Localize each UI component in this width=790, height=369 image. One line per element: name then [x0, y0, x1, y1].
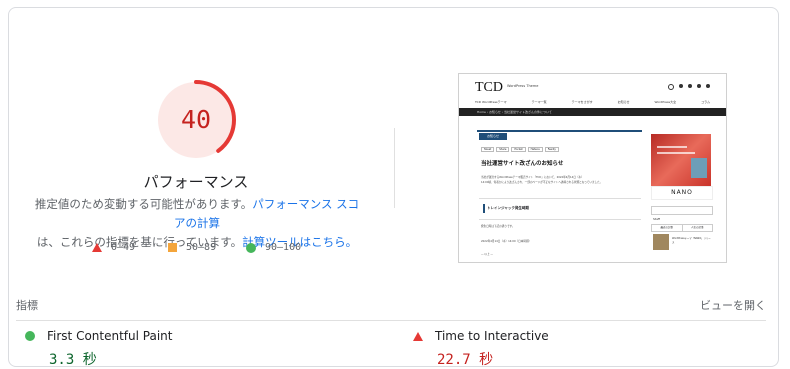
nav-item: テーマ一覧 [531, 100, 547, 104]
ad-image [691, 158, 707, 178]
subheading-accent [483, 204, 485, 213]
legend-item-poor: 0–49 [92, 242, 135, 253]
sidebar-heading: Staff [653, 217, 660, 221]
ad-text-line [657, 152, 695, 154]
metric-value: 3.3 秒 [49, 352, 97, 368]
breadcrumb: Home › お知らせ › 当社運営サイト改ざんの件について [477, 110, 552, 114]
legend-item-good: 90–100 [246, 242, 301, 253]
body2: 発生日時は下記の通りです。 [481, 225, 515, 228]
red-triangle-icon [413, 331, 423, 341]
column-divider [394, 128, 395, 208]
share-button: Tweet [481, 147, 495, 152]
body-line: 14:00頃、何者かにより改ざんされ、一部のページが不正なサイトへ誘導される状態… [481, 181, 603, 184]
article-body: 当社が運営するWordPressテーマ販売サイト「TCD」において、2022年4… [481, 175, 641, 185]
metrics-label: 指標 [16, 299, 38, 312]
site-logo-sub: WordPress Theme [507, 84, 539, 88]
expand-view-toggle[interactable]: ビューを開く [700, 297, 766, 313]
header-icons [668, 84, 710, 90]
nav-item: お知らせ [617, 100, 630, 104]
green-circle-icon [246, 242, 256, 253]
site-logo: TCD [475, 80, 503, 95]
share-button: Pocket [511, 147, 526, 152]
green-circle-icon [25, 331, 35, 341]
body3: 2022年4月14日（木）14:00（日本時間） [481, 240, 532, 243]
metrics-divider [16, 320, 766, 321]
sidebar-tab: 最近の記事 [660, 226, 673, 229]
social-icon [679, 84, 683, 88]
ad-brand-spacer [651, 189, 711, 201]
metric-value: 22.7 秒 [437, 352, 494, 368]
ad-text-line [657, 146, 687, 148]
social-icon [706, 84, 710, 88]
performance-gauge: 40 [155, 79, 237, 161]
nav-item: コラム [701, 100, 710, 104]
sidebar-tabs: 最近の記事 人気の記事 [651, 224, 713, 232]
gauge-title: パフォーマンス [143, 173, 249, 191]
nav-item: TCD WordPressテーマ [475, 100, 507, 104]
legend-item-average: 50–89 [168, 242, 216, 253]
search-icon [668, 84, 674, 90]
metric-tti: Time to Interactive 22.7 秒 [413, 329, 549, 368]
sidebar-thumb [653, 234, 669, 250]
red-triangle-icon [92, 243, 102, 252]
breadcrumb-bar: Home › お知らせ › 当社運営サイト改ざんの件について [459, 108, 726, 116]
page-screenshot: TCD WordPress Theme TCD WordPressテーマ テーマ… [458, 73, 727, 263]
article-title: 当社運営サイト改ざんのお知らせ [481, 161, 564, 167]
share-button: Share [496, 147, 510, 152]
subheading-box: トレインジャック発生時期 [479, 198, 641, 220]
share-button: Feedly [544, 147, 559, 152]
article-top-rule [477, 130, 642, 132]
subheading: トレインジャック発生時期 [487, 206, 529, 210]
ad-banner [651, 134, 711, 186]
nav-item: WordPress大全 [654, 100, 677, 104]
sidebar-search [651, 206, 713, 215]
desc-line1-text: 推定値のため変動する可能性があります。 [34, 197, 253, 211]
metric-name: Time to Interactive [435, 329, 549, 343]
score-legend: 0–49 50–89 90–100 [92, 242, 312, 258]
nav-item: テーマをさがす [571, 100, 593, 104]
legend-range: 90–100 [265, 242, 302, 253]
social-icon [688, 84, 692, 88]
body4: — 以上 — [481, 253, 494, 256]
metric-fcp: First Contentful Paint 3.3 秒 [25, 329, 173, 368]
site-nav: TCD WordPressテーマ テーマ一覧 テーマをさがす お知らせ Word… [475, 100, 710, 104]
share-button: Hatena [527, 147, 543, 152]
social-icon [697, 84, 701, 88]
legend-range: 0–49 [111, 242, 136, 253]
sidebar-tab: 人気の記事 [681, 225, 713, 231]
legend-range: 50–89 [186, 242, 217, 253]
category-tag: お知らせ [479, 133, 507, 140]
sidebar-item: WordPressテーマ「NANO」リリース [672, 237, 711, 244]
share-buttons: Tweet Share Pocket Hatena Feedly [481, 147, 559, 152]
gauge-score: 40 [180, 105, 212, 134]
metric-name: First Contentful Paint [47, 329, 173, 343]
orange-square-icon [168, 243, 177, 252]
